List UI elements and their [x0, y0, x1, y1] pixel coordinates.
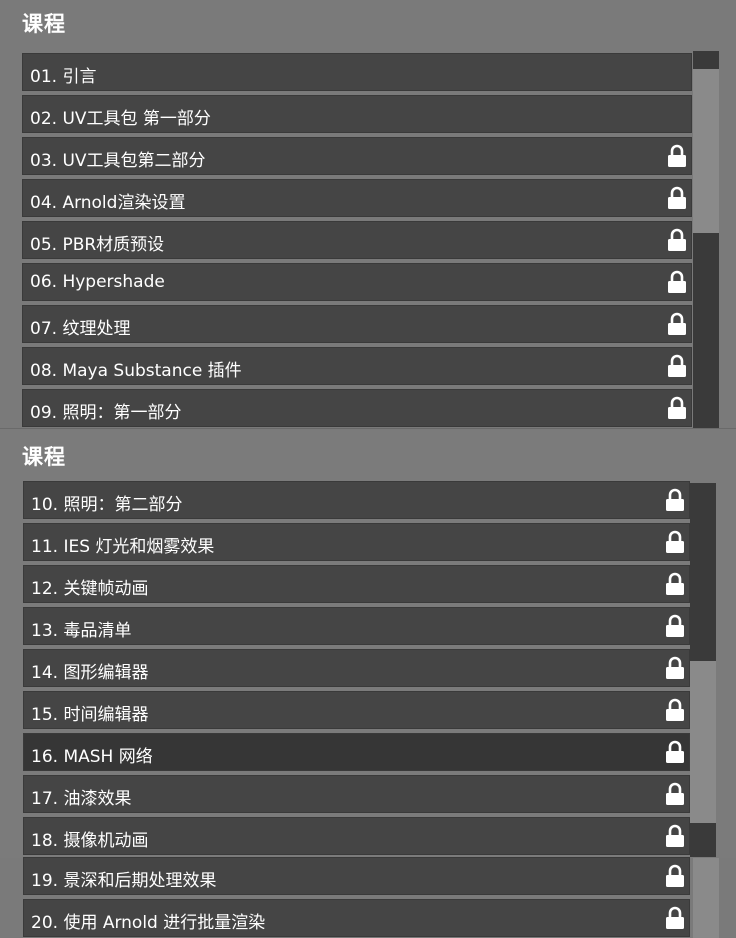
course-item-label: 15. 时间编辑器 — [31, 705, 149, 725]
course-item[interactable]: 11. IES 灯光和烟雾效果 — [23, 523, 690, 561]
course-item[interactable]: 07. 纹理处理 — [22, 305, 692, 343]
course-item[interactable]: 14. 图形编辑器 — [23, 649, 690, 687]
section-title: 课程 — [22, 445, 66, 469]
course-item[interactable]: 17. 油漆效果 — [23, 775, 690, 813]
course-item[interactable]: 06. Hypershade — [22, 263, 692, 301]
course-item[interactable]: 04. Arnold渲染设置 — [22, 179, 692, 217]
lock-icon — [666, 782, 684, 805]
course-list: 01. 引言 02. UV工具包 第一部分 03. UV工具包第二部分 04. … — [22, 53, 692, 431]
course-item[interactable]: 02. UV工具包 第一部分 — [22, 95, 692, 133]
course-item-label: 16. MASH 网络 — [31, 747, 153, 767]
course-item-label: 20. 使用 Arnold 进行批量渲染 — [31, 913, 266, 933]
lock-icon — [666, 572, 684, 595]
course-item[interactable]: 13. 毒品清单 — [23, 607, 690, 645]
course-item-label: 17. 油漆效果 — [31, 789, 132, 809]
lock-icon — [666, 530, 684, 553]
lock-icon — [666, 698, 684, 721]
scrollbar-thumb[interactable] — [690, 661, 716, 823]
course-item-label: 10. 照明：第二部分 — [31, 495, 183, 515]
course-item[interactable]: 01. 引言 — [22, 53, 692, 91]
course-item[interactable]: 08. Maya Substance 插件 — [22, 347, 692, 385]
course-item-label: 05. PBR材质预设 — [30, 235, 165, 255]
course-item[interactable]: 18. 摄像机动画 — [23, 817, 690, 855]
course-item-label: 01. 引言 — [30, 67, 97, 87]
course-item-label: 12. 关键帧动画 — [31, 579, 149, 599]
scrollbar-track[interactable] — [693, 51, 719, 428]
course-item-active[interactable]: 16. MASH 网络 — [23, 733, 690, 771]
course-item-label: 14. 图形编辑器 — [31, 663, 149, 683]
course-item[interactable]: 09. 照明：第一部分 — [22, 389, 692, 427]
section-title: 课程 — [22, 12, 66, 36]
course-list: 10. 照明：第二部分 11. IES 灯光和烟雾效果 12. 关键帧动画 13… — [23, 481, 690, 859]
course-item-label: 06. Hypershade — [30, 272, 165, 292]
course-item[interactable]: 20. 使用 Arnold 进行批量渲染 — [23, 899, 690, 937]
lock-icon — [666, 740, 684, 763]
course-item-label: 09. 照明：第一部分 — [30, 403, 182, 423]
lock-icon — [666, 906, 684, 929]
course-item-label: 19. 景深和后期处理效果 — [31, 871, 217, 891]
lock-icon — [666, 488, 684, 511]
lock-icon — [668, 186, 686, 209]
lock-icon — [668, 144, 686, 167]
lock-icon — [666, 864, 684, 887]
lock-icon — [668, 312, 686, 335]
lock-icon — [668, 396, 686, 419]
course-item-label: 07. 纹理处理 — [30, 319, 131, 339]
course-page: 课程 01. 引言 02. UV工具包 第一部分 03. UV工具包第二部分 0… — [0, 0, 736, 938]
course-item[interactable]: 03. UV工具包第二部分 — [22, 137, 692, 175]
course-panel-3: 19. 景深和后期处理效果 20. 使用 Arnold 进行批量渲染 — [0, 857, 736, 938]
lock-icon — [666, 614, 684, 637]
course-panel-2: 课程 10. 照明：第二部分 11. IES 灯光和烟雾效果 12. 关键帧动画… — [0, 428, 736, 860]
course-item-label: 02. UV工具包 第一部分 — [30, 109, 211, 129]
course-item-label: 03. UV工具包第二部分 — [30, 151, 206, 171]
course-item[interactable]: 19. 景深和后期处理效果 — [23, 857, 690, 895]
course-item[interactable]: 05. PBR材质预设 — [22, 221, 692, 259]
course-item-label: 08. Maya Substance 插件 — [30, 361, 242, 381]
course-item[interactable]: 12. 关键帧动画 — [23, 565, 690, 603]
course-list: 19. 景深和后期处理效果 20. 使用 Arnold 进行批量渲染 — [23, 857, 690, 938]
lock-icon — [668, 270, 686, 293]
scrollbar-track[interactable] — [690, 483, 716, 857]
course-panel-1: 课程 01. 引言 02. UV工具包 第一部分 03. UV工具包第二部分 0… — [0, 0, 736, 428]
scrollbar-thumb[interactable] — [693, 69, 719, 233]
lock-icon — [668, 228, 686, 251]
course-item-label: 13. 毒品清单 — [31, 621, 132, 641]
lock-icon — [666, 824, 684, 847]
course-item-label: 11. IES 灯光和烟雾效果 — [31, 537, 215, 557]
course-item-label: 18. 摄像机动画 — [31, 831, 149, 851]
course-item[interactable]: 10. 照明：第二部分 — [23, 481, 690, 519]
lock-icon — [668, 354, 686, 377]
lock-icon — [666, 656, 684, 679]
course-item-label: 04. Arnold渲染设置 — [30, 193, 186, 213]
scrollbar-track[interactable] — [693, 858, 719, 938]
course-item[interactable]: 15. 时间编辑器 — [23, 691, 690, 729]
